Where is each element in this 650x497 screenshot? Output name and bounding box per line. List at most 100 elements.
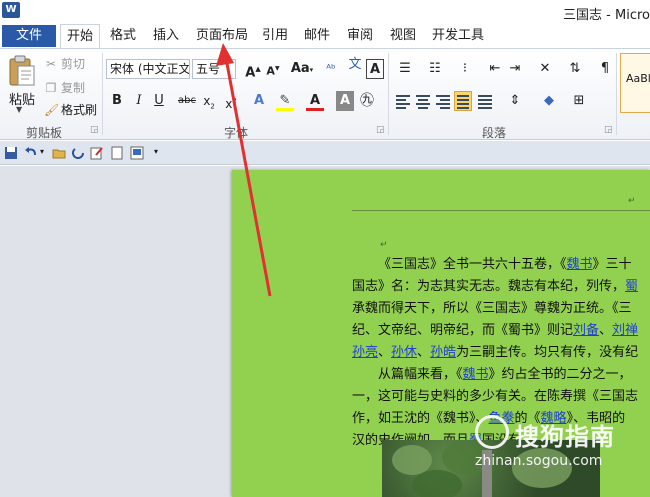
group-separator (102, 53, 103, 135)
hyperlink[interactable]: 孙休 (391, 345, 417, 360)
text-run: 、 (378, 345, 392, 360)
hyperlink[interactable]: 蜀 (625, 279, 638, 294)
print-preview-icon[interactable] (130, 146, 144, 160)
redo-icon[interactable] (72, 146, 86, 160)
font-size-combo[interactable]: 五号 (192, 59, 236, 79)
brush-icon: 🖌 (44, 103, 60, 117)
italic-icon[interactable]: I (130, 91, 148, 111)
copy-icon: ❐ (45, 81, 57, 95)
subscript-icon[interactable]: x2 (200, 91, 218, 111)
tab-developer[interactable]: 开发工具 (426, 24, 490, 48)
grow-font-icon[interactable]: A▲ (244, 59, 262, 80)
text-run: 作，如王沈的《魏书》、 (352, 411, 489, 426)
customize-toolbar-icon[interactable]: ▾ (154, 147, 168, 161)
word-logo-icon[interactable]: W (2, 2, 20, 18)
window-title: 三国志 - Micro (563, 8, 650, 23)
text-run: 《三国志》全书一共六十五卷，《 (378, 257, 567, 272)
align-right-icon[interactable] (434, 91, 452, 111)
sogou-logo-icon (475, 415, 509, 449)
decrease-indent-icon[interactable]: ⇤ (486, 59, 504, 79)
watermark-url: zhinan.sogou.com (475, 453, 603, 469)
tab-references[interactable]: 引用 (256, 24, 294, 48)
header-separator (352, 210, 650, 211)
show-marks-icon[interactable]: ¶ (596, 59, 614, 79)
edit-icon[interactable] (90, 146, 104, 160)
enclose-characters-icon[interactable]: ㊈ (358, 91, 376, 111)
clear-format-icon[interactable]: ᴬᵇ (322, 59, 340, 79)
hyperlink[interactable]: 孙皓 (430, 345, 456, 360)
strikethrough-icon[interactable]: abc (178, 91, 196, 111)
multilevel-list-icon[interactable]: ⁝ (454, 59, 476, 79)
text-run: 、 (417, 345, 431, 360)
tab-home[interactable]: 开始 (60, 24, 101, 49)
paragraph-mark: ↵ (380, 240, 388, 250)
style-normal[interactable]: AaBl (620, 53, 650, 113)
clipboard-launcher-icon[interactable]: ◲ (90, 125, 99, 135)
title-bar: W 三国志 - Micro (0, 0, 650, 24)
text-run: 一，这可能与史料的多少有关。在陈寿撰《三国志 (352, 389, 639, 404)
group-separator (388, 53, 389, 135)
new-document-icon[interactable] (110, 146, 124, 160)
font-color-icon[interactable]: A (306, 91, 324, 111)
text-line: 国志》名：为志其实无志。魏志有本纪，列传，蜀 (352, 276, 638, 298)
line-spacing-icon[interactable]: ⇕ (504, 91, 526, 111)
open-icon[interactable] (52, 146, 66, 160)
text-line: 一，这可能与史料的多少有关。在陈寿撰《三国志 (352, 386, 638, 408)
bullets-icon[interactable]: ☰ (394, 59, 416, 79)
sogou-watermark: 搜狗指南 zhinan.sogou.com (475, 413, 645, 473)
ribbon-tabs: 文件 开始 格式 插入 页面布局 引用 邮件 审阅 视图 开发工具 (0, 24, 650, 49)
paragraph-launcher-icon[interactable]: ◲ (604, 125, 613, 135)
superscript-icon[interactable]: x2 (222, 91, 240, 111)
text-run: 、 (599, 323, 613, 338)
asian-layout-icon[interactable]: ✕ (534, 59, 556, 79)
character-shading-icon[interactable]: A (336, 91, 354, 111)
character-border-icon[interactable]: A (366, 59, 384, 79)
tab-insert[interactable]: 插入 (147, 24, 185, 48)
tab-file[interactable]: 文件 (2, 25, 56, 47)
sort-icon[interactable]: ⇅ (566, 59, 584, 79)
highlight-icon[interactable]: ✎ (276, 91, 294, 111)
hyperlink[interactable]: 刘禅 (612, 323, 638, 338)
text-run: 从篇幅来看，《 (378, 367, 463, 382)
increase-indent-icon[interactable]: ⇥ (506, 59, 524, 79)
tab-page-layout[interactable]: 页面布局 (190, 24, 254, 48)
hyperlink[interactable]: 魏书 (463, 367, 489, 382)
numbering-icon[interactable]: ☷ (424, 59, 446, 79)
text-effects-icon[interactable]: A (250, 91, 268, 111)
align-left-icon[interactable] (394, 91, 412, 111)
hyperlink[interactable]: 孙亮 (352, 345, 378, 360)
shrink-font-icon[interactable]: A▼ (264, 59, 282, 79)
text-run: 为三嗣主传。均只有传，没有纪 (456, 345, 639, 360)
tab-review[interactable]: 审阅 (341, 24, 379, 48)
tab-format[interactable]: 格式 (104, 24, 142, 48)
ribbon-home: 粘贴 ▼ ✂ 剪切 ❐ 复制 🖌 格式刷 剪贴板 ◲ 宋体 (中文正文 五号 A▲ A… (0, 48, 650, 140)
borders-icon[interactable]: ⊞ (568, 91, 590, 111)
tab-view[interactable]: 视图 (384, 24, 422, 48)
text-run: 国志》名：为志其实无志。魏志有本纪，列传， (352, 279, 626, 294)
font-group-label: 字体 (224, 126, 249, 140)
bold-icon[interactable]: B (108, 91, 126, 111)
distributed-icon[interactable] (476, 91, 494, 111)
paragraph-mark: ↵ (628, 196, 636, 206)
text-run: 》约占全书的二分之一， (488, 367, 632, 382)
text-line: 纪、文帝纪、明帝纪，而《蜀书》则记刘备、刘禅 (352, 320, 638, 342)
font-launcher-icon[interactable]: ◲ (376, 125, 385, 135)
cut-button[interactable]: ✂ 剪切 (44, 55, 85, 72)
save-icon[interactable] (4, 146, 18, 160)
align-center-icon[interactable] (414, 91, 432, 111)
justify-icon[interactable] (454, 91, 472, 111)
underline-icon[interactable]: U (150, 91, 168, 111)
phonetic-guide-icon[interactable]: 文 (344, 55, 366, 75)
hyperlink[interactable]: 魏书 (567, 257, 593, 272)
change-case-icon[interactable]: Aa▾ (290, 59, 314, 79)
copy-button[interactable]: ❐ 复制 (44, 79, 85, 96)
hyperlink[interactable]: 刘备 (573, 323, 599, 338)
shading-icon[interactable]: ◆ (538, 91, 560, 111)
watermark-brand: 搜狗指南 (515, 423, 615, 451)
format-painter-button[interactable]: 🖌 格式刷 (44, 101, 97, 118)
font-name-combo[interactable]: 宋体 (中文正文 (106, 59, 190, 79)
paste-icon[interactable] (8, 55, 36, 87)
undo-icon[interactable] (24, 146, 38, 160)
paste-dropdown-icon[interactable]: ▼ (16, 105, 22, 114)
tab-mailings[interactable]: 邮件 (298, 24, 336, 48)
